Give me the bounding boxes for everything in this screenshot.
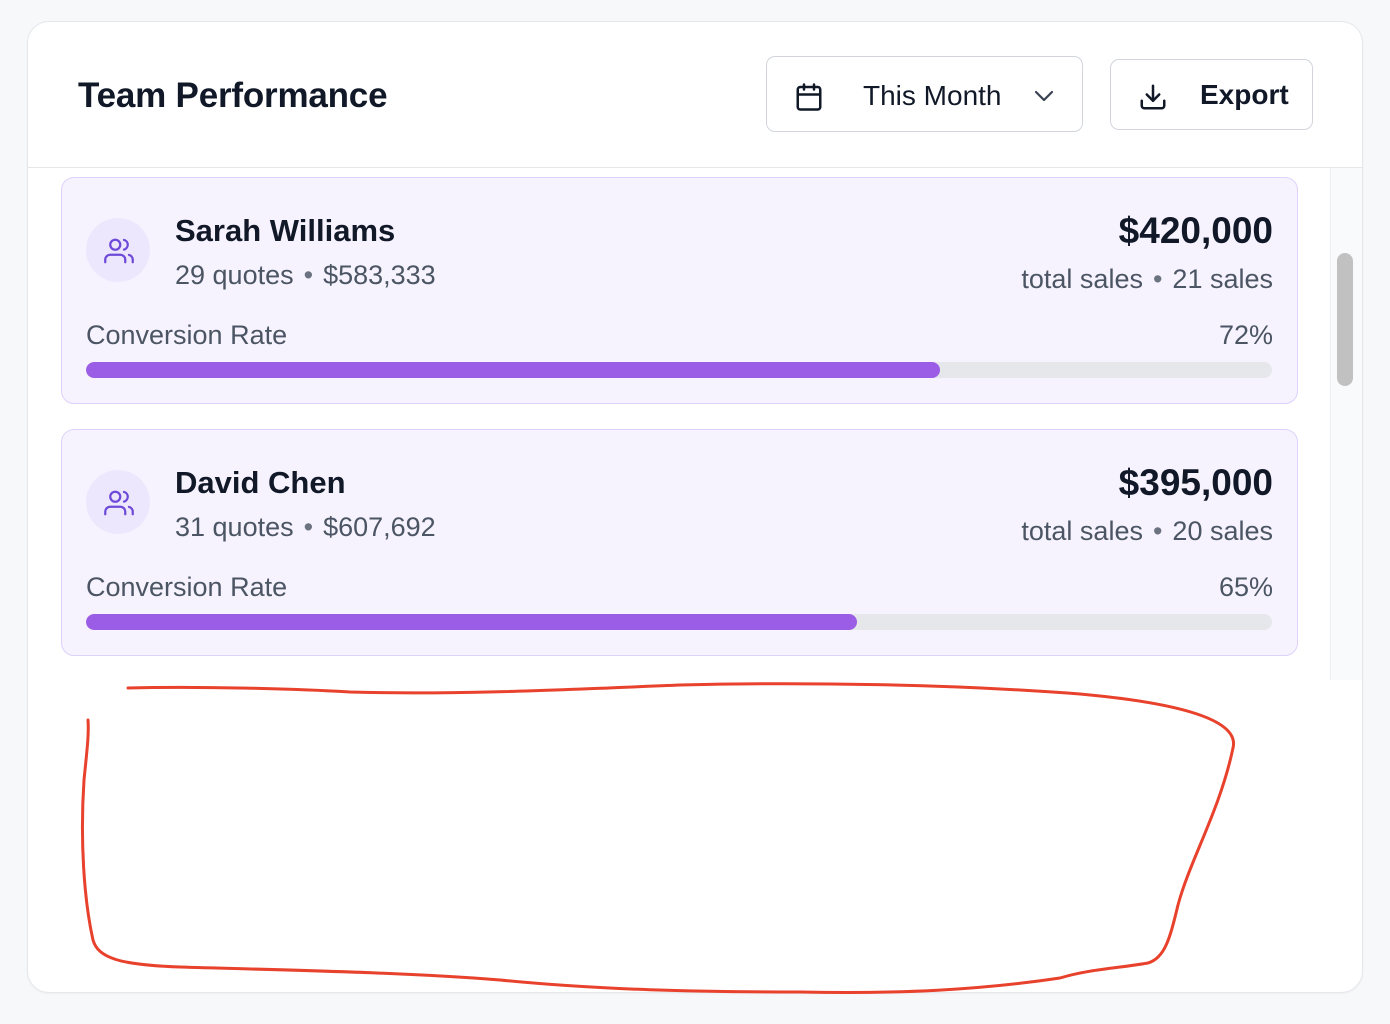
download-icon [1140, 84, 1166, 110]
separator-dot: • [1152, 516, 1163, 546]
export-button[interactable]: Export [1110, 59, 1313, 130]
quotes-count: 31 quotes [175, 512, 294, 542]
member-list[interactable]: Sarah Williams 29 quotes • $583,333 $420,0… [28, 168, 1331, 680]
quotes-value: $583,333 [323, 260, 436, 290]
sales-count: 20 sales [1172, 516, 1273, 546]
separator-dot: • [1152, 264, 1163, 294]
sales-summary: total sales • 21 sales [1021, 262, 1273, 296]
member-name: David Chen [175, 465, 346, 500]
conversion-rate-label: Conversion Rate [86, 572, 288, 602]
period-dropdown[interactable]: This Month [766, 56, 1083, 132]
page-title: Team Performance [78, 76, 388, 115]
avatar [86, 470, 150, 534]
conversion-progress-fill [86, 614, 857, 630]
total-sales-label: total sales [1021, 516, 1143, 546]
conversion-rate-label: Conversion Rate [86, 320, 288, 350]
conversion-rate-value: 72% [1218, 320, 1273, 350]
users-icon [104, 490, 134, 516]
quotes-count: 29 quotes [175, 260, 294, 290]
total-sales-amount: $395,000 [1118, 462, 1273, 503]
separator-dot: • [303, 512, 314, 542]
card-header: Team Performance This Month Export [28, 22, 1362, 168]
sales-count: 21 sales [1172, 264, 1273, 294]
member-name: Sarah Williams [175, 213, 396, 248]
scrollbar-thumb[interactable] [1337, 253, 1353, 386]
total-sales-label: total sales [1021, 264, 1143, 294]
member-quotes-summary: 31 quotes • $607,692 [175, 510, 436, 544]
export-button-label: Export [1200, 79, 1289, 110]
separator-dot: • [303, 260, 314, 290]
conversion-progress-bar [86, 362, 1272, 378]
conversion-rate-value: 65% [1218, 572, 1273, 602]
conversion-progress-bar [86, 614, 1272, 630]
member-quotes-summary: 29 quotes • $583,333 [175, 258, 436, 292]
member-card[interactable]: Sarah Williams 29 quotes • $583,333 $420,0… [61, 177, 1298, 404]
total-sales-amount: $420,000 [1118, 210, 1273, 251]
chevron-down-icon [1034, 90, 1054, 102]
sales-summary: total sales • 20 sales [1021, 514, 1273, 548]
avatar [86, 218, 150, 282]
calendar-icon [796, 83, 822, 111]
scrollbar-track[interactable] [1330, 168, 1362, 680]
member-card[interactable]: David Chen 31 quotes • $607,692 $395,000 t… [61, 429, 1298, 656]
quotes-value: $607,692 [323, 512, 436, 542]
users-icon [104, 238, 134, 264]
period-dropdown-label: This Month [863, 80, 1002, 111]
team-performance-card: Team Performance This Month Export Sarah… [27, 21, 1363, 993]
conversion-progress-fill [86, 362, 940, 378]
